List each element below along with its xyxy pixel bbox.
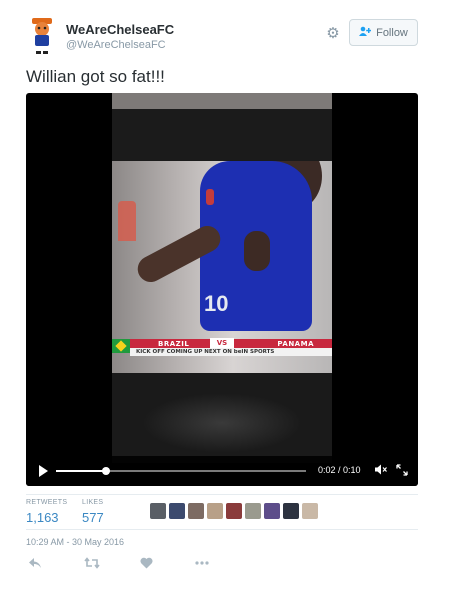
retweets-value: 1,163	[26, 510, 59, 525]
tv-screen: 10 BRAZIL PANAMA VS KICK OFF COMING UP N…	[112, 161, 332, 373]
retweet-icon[interactable]	[84, 557, 100, 573]
liker-avatar[interactable]	[169, 503, 185, 519]
broadcast-scorebar: BRAZIL PANAMA VS KICK OFF COMING UP NEXT…	[112, 338, 332, 359]
heart-icon[interactable]	[140, 557, 153, 573]
liker-avatar[interactable]	[207, 503, 223, 519]
tv-stand	[112, 373, 332, 463]
liker-avatar[interactable]	[264, 503, 280, 519]
progress-track[interactable]	[56, 467, 306, 475]
retweet-count[interactable]: RETWEETS 1,163	[26, 499, 67, 525]
liker-avatars	[150, 503, 318, 519]
tweet-timestamp[interactable]: 10:29 AM - 30 May 2016	[26, 537, 124, 547]
progress-fill	[56, 470, 106, 472]
screen-name[interactable]: @WeAreChelseaFC	[66, 38, 174, 52]
tv-top	[112, 93, 332, 109]
liker-avatar[interactable]	[188, 503, 204, 519]
liker-avatar[interactable]	[226, 503, 242, 519]
reply-icon[interactable]	[28, 557, 42, 573]
fullscreen-icon[interactable]	[396, 464, 408, 479]
avatar[interactable]	[28, 18, 56, 54]
team-right: PANAMA	[277, 339, 314, 348]
liker-avatar[interactable]	[150, 503, 166, 519]
training-cone	[118, 201, 136, 241]
team-left: BRAZIL	[158, 339, 190, 348]
tweet-stats: RETWEETS 1,163 LIKES 577	[26, 494, 418, 526]
user-names: WeAreChelseaFC @WeAreChelseaFC	[66, 22, 174, 52]
brazil-flag-icon	[112, 339, 130, 353]
retweets-label: RETWEETS	[26, 499, 68, 506]
tweet-text: Willian got so fat!!!	[26, 67, 165, 86]
divider	[26, 529, 418, 530]
shirt-logo	[206, 189, 214, 205]
broadcast-ticker: KICK OFF COMING UP NEXT ON beIN SPORTS	[130, 348, 332, 356]
display-name[interactable]: WeAreChelseaFC	[66, 22, 174, 38]
likes-label: LIKES	[82, 499, 104, 506]
likes-value: 577	[82, 510, 104, 525]
liker-avatar[interactable]	[302, 503, 318, 519]
like-count[interactable]: LIKES 577	[82, 499, 104, 525]
video-frame: 10 BRAZIL PANAMA VS KICK OFF COMING UP N…	[112, 93, 332, 463]
player-hand	[244, 231, 270, 271]
video-player[interactable]: 10 BRAZIL PANAMA VS KICK OFF COMING UP N…	[26, 93, 418, 486]
tv-bezel	[112, 109, 332, 161]
add-user-icon	[359, 26, 372, 39]
tweet-actions	[28, 557, 228, 573]
liker-avatar[interactable]	[245, 503, 261, 519]
shirt-number: 10	[204, 291, 229, 316]
progress-knob[interactable]	[102, 467, 110, 475]
video-controls: 0:02 / 0:10	[26, 456, 418, 486]
tv-reflection	[142, 393, 302, 453]
tweet-header: WeAreChelseaFC @WeAreChelseaFC ⚙ Follow	[24, 16, 424, 56]
follow-label: Follow	[376, 26, 408, 39]
follow-button[interactable]: Follow	[349, 19, 418, 46]
liker-avatar[interactable]	[283, 503, 299, 519]
more-icon[interactable]	[194, 557, 210, 573]
play-icon[interactable]	[39, 465, 48, 477]
gear-icon[interactable]: ⚙	[325, 26, 341, 42]
time-display: 0:02 / 0:10	[318, 465, 361, 475]
mute-icon[interactable]	[375, 464, 387, 478]
